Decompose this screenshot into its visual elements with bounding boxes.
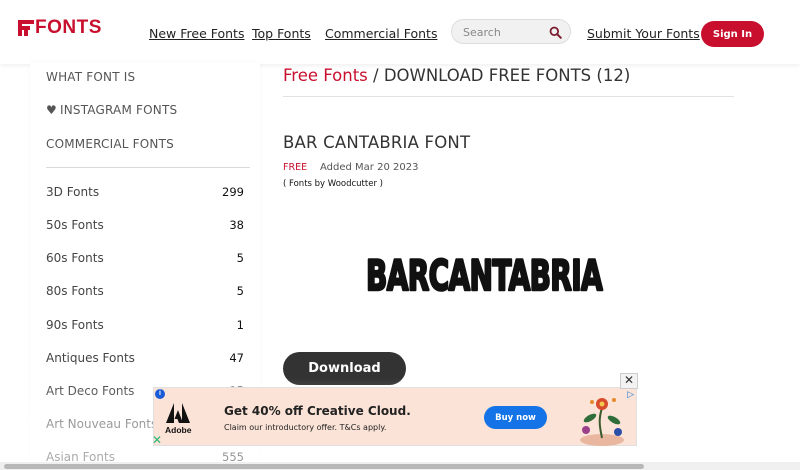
- download-button[interactable]: Download: [283, 352, 406, 385]
- font-author-byline[interactable]: ( Fonts by Woodcutter ): [283, 179, 383, 189]
- adobe-logo-icon: [166, 403, 190, 423]
- logo-text: FONTS: [35, 17, 102, 38]
- search-box: [451, 19, 571, 44]
- category-name: Antiques Fonts: [46, 351, 135, 365]
- ad-info-icon[interactable]: i: [155, 389, 165, 399]
- nav-top-fonts[interactable]: Top Fonts: [252, 26, 311, 41]
- ad-close-button[interactable]: ✕: [620, 373, 638, 389]
- sign-in-button[interactable]: Sign In: [701, 21, 764, 47]
- ad-headline: Get 40% off Creative Cloud.: [224, 404, 411, 418]
- breadcrumb: Free Fonts / DOWNLOAD FREE FONTS (12): [283, 66, 630, 85]
- submit-fonts-link[interactable]: Submit Your Fonts: [587, 26, 700, 41]
- added-date: Added Mar 20 2023: [320, 162, 419, 173]
- horizontal-scrollbar[interactable]: [0, 462, 800, 470]
- logo-mark-icon: [18, 20, 34, 36]
- sidebar-link-commercial-fonts[interactable]: COMMERCIAL FONTS: [46, 137, 174, 151]
- category-name: Art Nouveau Fonts: [46, 417, 158, 431]
- sidebar-link-label: INSTAGRAM FONTS: [59, 103, 178, 117]
- category-item[interactable]: 60s Fonts 5: [46, 251, 244, 271]
- breadcrumb-divider: [283, 96, 734, 97]
- ad-buy-now-button[interactable]: Buy now: [484, 406, 547, 429]
- category-item[interactable]: 3D Fonts 299: [46, 185, 244, 205]
- ad-subtext: Claim our introductory offer. T&Cs apply…: [224, 423, 387, 432]
- category-item[interactable]: Antiques Fonts 47: [46, 351, 244, 371]
- free-label: FREE: [283, 162, 308, 173]
- site-logo[interactable]: FONTS: [18, 17, 102, 38]
- sidebar-link-instagram-fonts[interactable]: ♥ INSTAGRAM FONTS: [46, 103, 177, 117]
- ad-illustration-icon: [580, 398, 624, 446]
- category-count: 299: [222, 185, 244, 199]
- ad-logo-text: Adobe: [165, 425, 192, 435]
- category-name: 80s Fonts: [46, 284, 104, 298]
- nav-commercial-fonts[interactable]: Commercial Fonts: [325, 26, 437, 41]
- category-name: 50s Fonts: [46, 218, 104, 232]
- ad-choices-icon[interactable]: ▷: [627, 389, 634, 400]
- breadcrumb-free-fonts-link[interactable]: Free Fonts: [283, 66, 368, 85]
- font-preview[interactable]: BARCANTABRIA: [283, 240, 685, 304]
- category-item[interactable]: 50s Fonts 38: [46, 218, 244, 238]
- search-input[interactable]: [463, 24, 549, 40]
- breadcrumb-current: / DOWNLOAD FREE FONTS (12): [367, 66, 631, 85]
- advertisement-banner[interactable]: i Adobe Get 40% off Creative Cloud. Clai…: [153, 387, 637, 446]
- heart-icon: ♥: [46, 103, 57, 117]
- font-title[interactable]: BAR CANTABRIA FONT: [283, 133, 470, 152]
- category-name: 90s Fonts: [46, 318, 104, 332]
- font-preview-text: BARCANTABRIA: [366, 251, 603, 300]
- category-count: 1: [236, 318, 244, 332]
- category-item[interactable]: 80s Fonts 5: [46, 284, 244, 304]
- category-count: 5: [236, 284, 244, 298]
- category-count: 5: [236, 251, 244, 265]
- category-count: 47: [229, 351, 244, 365]
- category-name: 60s Fonts: [46, 251, 104, 265]
- category-name: 3D Fonts: [46, 185, 100, 199]
- category-count: 38: [229, 218, 244, 232]
- ad-dismiss-icon[interactable]: ✕: [152, 433, 162, 447]
- scrollbar-thumb[interactable]: [4, 464, 644, 469]
- category-name: Art Deco Fonts: [46, 384, 135, 398]
- search-icon[interactable]: [549, 26, 562, 39]
- category-item[interactable]: 90s Fonts 1: [46, 318, 244, 338]
- nav-new-free-fonts[interactable]: New Free Fonts: [149, 26, 244, 41]
- sidebar-divider: [46, 167, 250, 168]
- top-header: FONTS New Free Fonts Top Fonts Commercia…: [0, 0, 800, 64]
- sidebar-link-what-font-is[interactable]: WHAT FONT IS: [46, 70, 135, 84]
